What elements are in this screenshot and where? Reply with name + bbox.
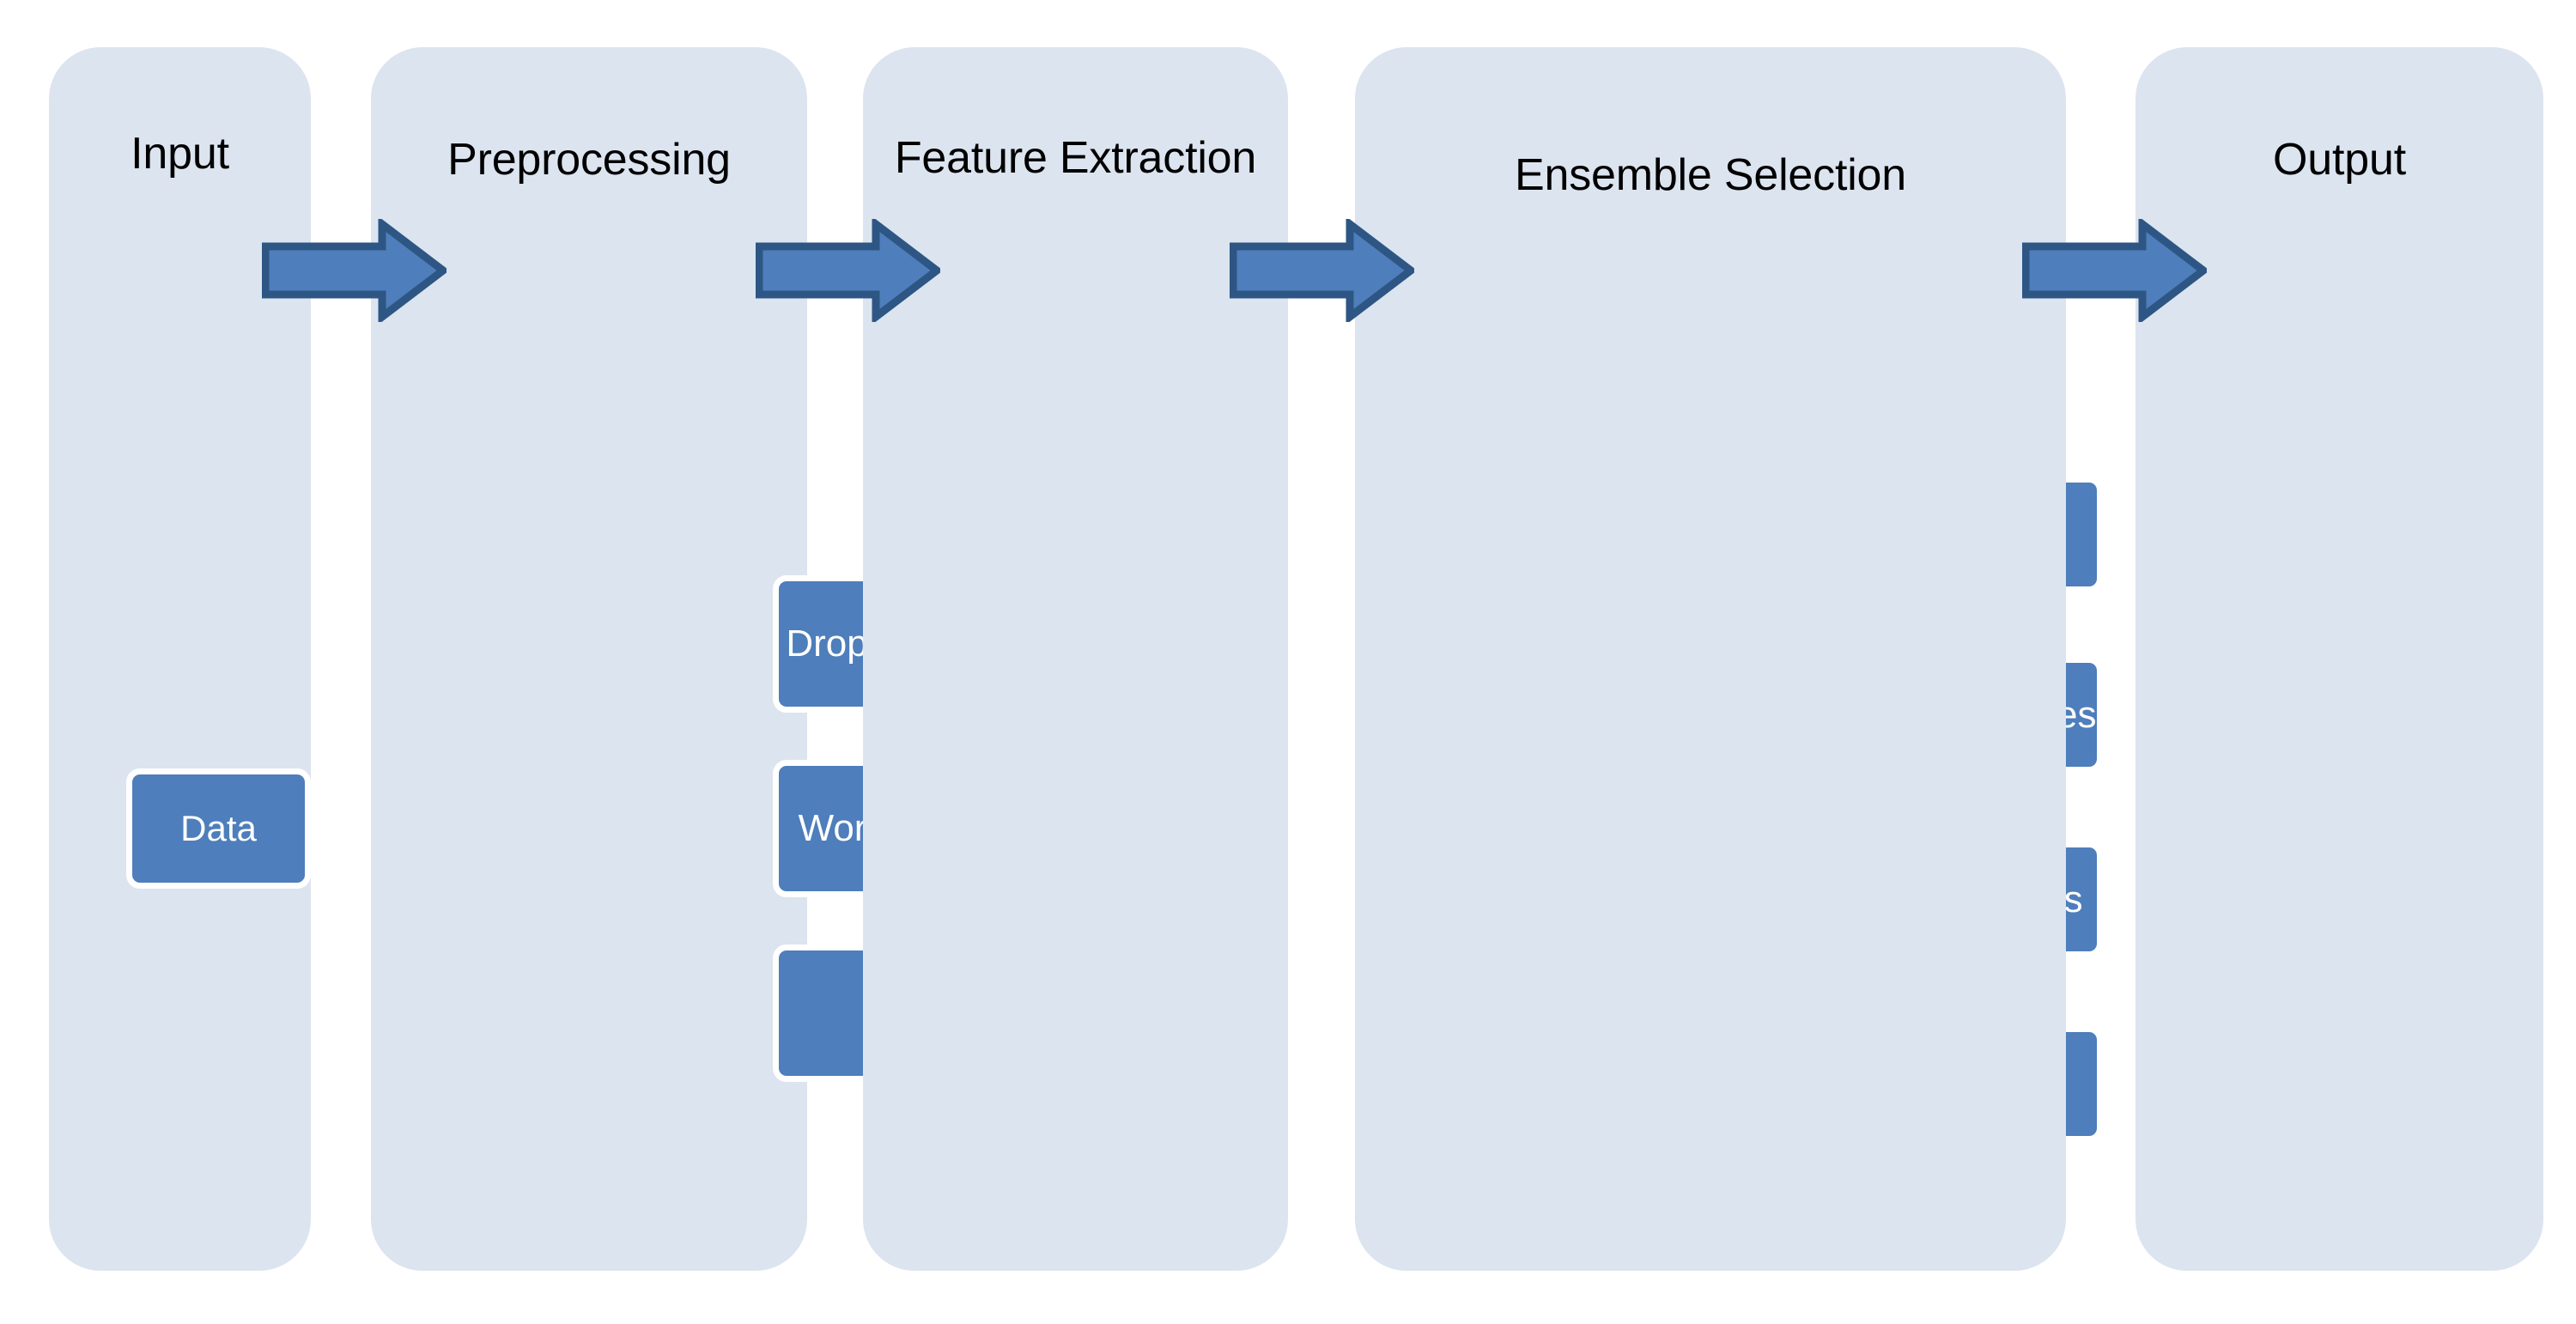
stage-title-ensemble-selection: Ensemble Selection xyxy=(1515,150,1906,200)
arrow-right-icon-feature-extraction-to-ensemble-selection xyxy=(1230,219,1414,322)
stage-title-output: Output xyxy=(2273,135,2406,185)
arrow-right-icon-input-to-preprocessing xyxy=(262,219,447,322)
arrow-right-icon-preprocessing-to-feature-extraction xyxy=(756,219,940,322)
stage-title-input: Input xyxy=(131,129,229,179)
arrow-right-icon-ensemble-selection-to-output xyxy=(2022,219,2207,322)
pipeline-diagram: Input Data Preprocessing Dropping HTML t… xyxy=(0,0,2576,1324)
stage-panel-ensemble-selection: Ensemble Selection XGBoost Linear Booste… xyxy=(1355,47,2066,1271)
item-box-data: Data xyxy=(126,768,311,889)
stage-title-preprocessing: Preprocessing xyxy=(447,135,731,185)
stage-title-feature-extraction: Feature Extraction xyxy=(894,133,1257,183)
